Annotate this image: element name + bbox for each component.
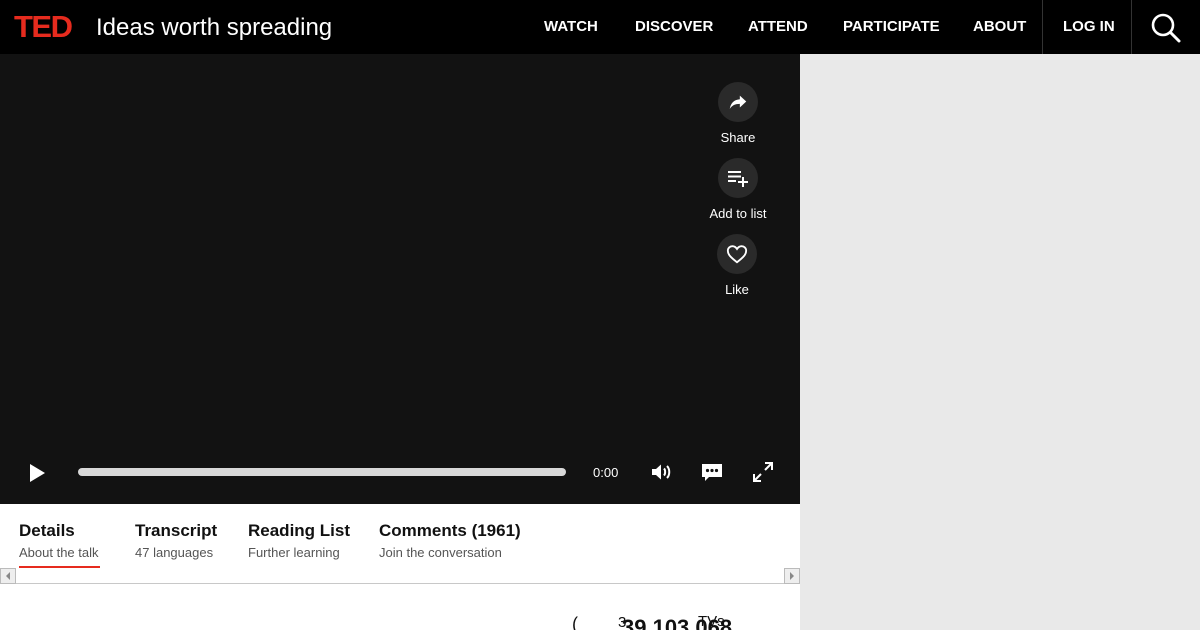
share-label: Share [720, 130, 756, 145]
nav-participate[interactable]: PARTICIPATE [843, 18, 940, 36]
video-player[interactable]: Share Add to list Like 0:00 [0, 54, 800, 504]
search-icon[interactable] [1150, 12, 1182, 44]
volume-icon[interactable] [649, 460, 673, 484]
nav-divider [1131, 0, 1132, 54]
horizontal-scrollbar[interactable] [0, 568, 800, 584]
add-to-list-icon [718, 158, 758, 198]
tab-subtitle: 47 languages [135, 545, 214, 560]
chevron-left-icon [6, 572, 10, 580]
heart-icon [717, 234, 757, 274]
tab-reading-list[interactable]: Reading List Further learning [248, 521, 350, 561]
partial-text: ( [572, 614, 578, 630]
tab-title: Transcript [135, 521, 218, 540]
nav-about[interactable]: ABOUT [973, 18, 1026, 36]
tab-title: Details [19, 521, 75, 540]
share-button[interactable]: Share [698, 82, 778, 146]
tagline: Ideas worth spreading [96, 14, 333, 41]
nav-divider [1042, 0, 1043, 54]
partial-text: TVs [698, 613, 725, 630]
nav-attend[interactable]: ATTEND [748, 18, 808, 36]
login-link[interactable]: LOG IN [1063, 18, 1115, 36]
tab-transcript[interactable]: Transcript 47 languages [135, 521, 217, 561]
scroll-left-button[interactable] [0, 568, 16, 584]
side-panel [800, 54, 1200, 630]
nav-watch[interactable]: WATCH [544, 18, 598, 36]
time-display: 0:00 [593, 465, 619, 480]
captions-icon[interactable] [700, 460, 724, 484]
chevron-right-icon [790, 572, 794, 580]
play-icon[interactable] [26, 462, 48, 484]
share-icon [718, 82, 758, 122]
like-button[interactable]: Like [697, 234, 777, 298]
tab-subtitle: About the talk [19, 545, 99, 560]
ted-logo[interactable]: TED [14, 11, 73, 42]
nav-discover[interactable]: DISCOVER [635, 18, 713, 36]
fullscreen-icon[interactable] [751, 460, 775, 484]
add-to-list-label: Add to list [709, 206, 767, 221]
tab-title: Reading List [248, 521, 351, 540]
tab-comments[interactable]: Comments (1961) Join the conversation [379, 521, 521, 561]
tab-title: Comments (1961) [379, 521, 521, 540]
tab-details[interactable]: Details About the talk [19, 521, 99, 561]
add-to-list-button[interactable]: Add to list [698, 158, 778, 222]
like-label: Like [725, 282, 749, 297]
progress-bar[interactable] [78, 468, 566, 476]
scroll-right-button[interactable] [784, 568, 800, 584]
tab-subtitle: Further learning [248, 545, 340, 560]
top-navigation-bar: TED Ideas worth spreading WATCH DISCOVER… [0, 0, 1200, 54]
tab-subtitle: Join the conversation [379, 545, 502, 560]
